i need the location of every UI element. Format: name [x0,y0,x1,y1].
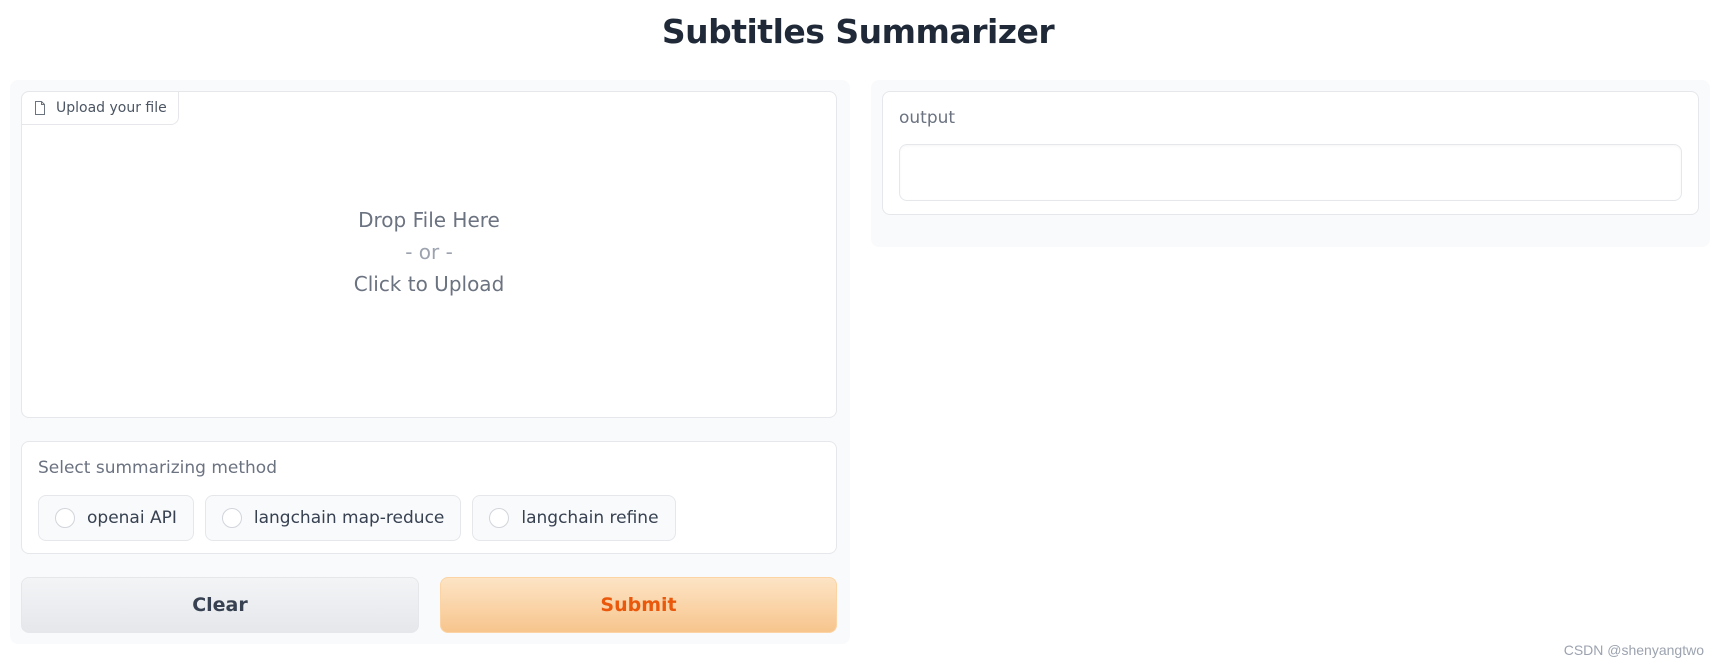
radio-option-label: langchain map-reduce [253,508,445,528]
upload-label-text: Upload your file [56,100,167,116]
radio-circle-icon[interactable] [489,508,510,528]
or-separator: - or - [405,240,453,264]
output-label: output [899,108,956,128]
clear-button[interactable]: Clear [21,577,419,633]
upload-label-badge: Upload your file [21,91,179,125]
radio-option-label: langchain refine [521,508,659,528]
method-options: openai API langchain map-reduce langchai… [38,495,676,541]
input-panel: Upload your file Drop File Here - or - C… [10,80,850,644]
radio-option-label: openai API [87,508,177,528]
output-panel: output [871,80,1710,247]
click-to-upload-text: Click to Upload [353,272,505,296]
submit-button[interactable]: Submit [440,577,837,633]
radio-option-langchain-map-reduce[interactable]: langchain map-reduce [204,495,462,541]
drop-file-text: Drop File Here [358,208,500,232]
file-icon [34,101,46,115]
method-label: Select summarizing method [38,458,277,478]
page-title: Subtitles Summarizer [661,12,1055,51]
radio-circle-icon[interactable] [55,508,75,528]
output-textbox[interactable] [899,144,1682,201]
watermark-text: CSDN @shenyangtwo [1563,642,1704,658]
summarizing-method-group: Select summarizing method openai API lan… [21,441,837,554]
radio-option-langchain-refine[interactable]: langchain refine [472,495,676,541]
drop-instructions: Drop File Here - or - Click to Upload [22,204,836,300]
file-upload-dropzone[interactable]: Upload your file Drop File Here - or - C… [21,91,837,418]
output-block: output [882,91,1699,215]
app-root: Subtitles Summarizer Upload your file Dr… [0,0,1716,666]
radio-option-openai-api[interactable]: openai API [38,495,194,541]
radio-circle-icon[interactable] [221,508,242,528]
